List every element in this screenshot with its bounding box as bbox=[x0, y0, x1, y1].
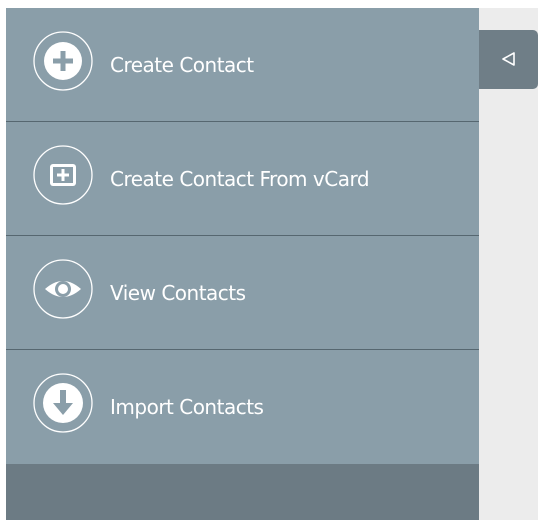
create-contact-label: Create Contact bbox=[110, 52, 254, 77]
view-contacts-label: View Contacts bbox=[110, 280, 246, 305]
collapse-sidebar-button[interactable] bbox=[479, 30, 538, 89]
eye-icon bbox=[33, 259, 93, 319]
create-contact-from-vcard-label: Create Contact From vCard bbox=[110, 166, 370, 191]
vcard-plus-icon bbox=[33, 145, 93, 205]
create-contact-from-vcard-item[interactable]: Create Contact From vCard bbox=[6, 122, 479, 236]
sidebar-menu: Create Contact Create Contact From vCard… bbox=[6, 8, 479, 520]
plus-circle-icon bbox=[33, 31, 93, 91]
create-contact-item[interactable]: Create Contact bbox=[6, 8, 479, 122]
import-contacts-label: Import Contacts bbox=[110, 395, 264, 419]
triangle-left-icon bbox=[502, 52, 515, 66]
view-contacts-item[interactable]: View Contacts bbox=[6, 236, 479, 350]
import-contacts-item[interactable]: Import Contacts bbox=[6, 350, 479, 464]
download-arrow-icon bbox=[33, 373, 93, 433]
